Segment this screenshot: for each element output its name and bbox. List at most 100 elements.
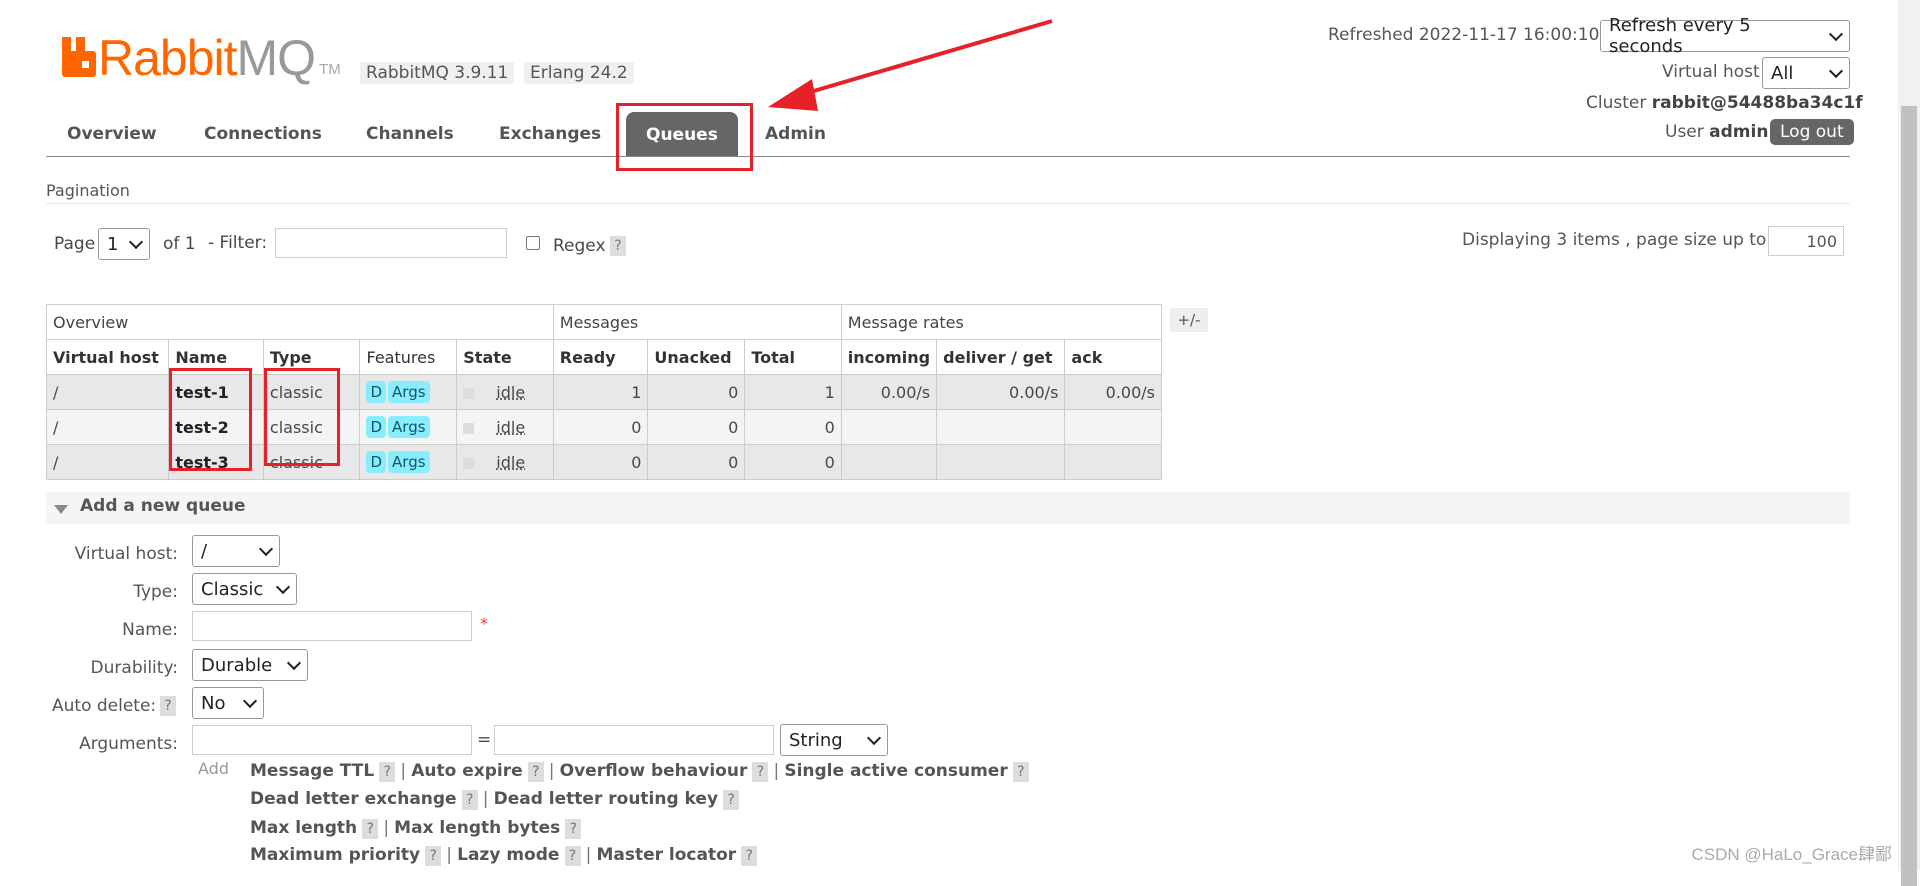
- chevron-down-icon: [286, 655, 302, 670]
- vhost-field-value: /: [201, 540, 208, 562]
- autodelete-field-label: Auto delete:: [52, 696, 157, 716]
- add-argument-link[interactable]: Add: [198, 759, 229, 778]
- displaying-text: Displaying 3 items , page size up to:: [1462, 230, 1773, 250]
- filter-input[interactable]: [275, 228, 507, 258]
- help-button[interactable]: ?: [752, 762, 769, 782]
- state-idle: idle: [496, 417, 526, 437]
- cell-deliver-get: 0.00/s: [936, 374, 1066, 410]
- tab-admin[interactable]: Admin: [765, 124, 826, 144]
- chevron-down-icon: [242, 693, 258, 708]
- add-queue-title[interactable]: Add a new queue: [80, 496, 246, 516]
- page-label: Page: [54, 234, 96, 254]
- help-button[interactable]: ?: [379, 762, 396, 782]
- col-ack[interactable]: ack: [1064, 339, 1162, 375]
- nav-divider: [46, 156, 1850, 157]
- opt-dead-letter-routing-key[interactable]: Dead letter routing key: [494, 789, 718, 809]
- logo-mq-text: MQ: [236, 30, 317, 86]
- opt-overflow-behaviour[interactable]: Overflow behaviour: [560, 761, 748, 781]
- help-button[interactable]: ?: [527, 762, 544, 782]
- argument-type-select[interactable]: String: [780, 724, 888, 756]
- name-field-label: Name:: [122, 620, 178, 640]
- opt-dead-letter-exchange[interactable]: Dead letter exchange: [250, 789, 457, 809]
- help-button[interactable]: ?: [425, 846, 442, 866]
- argument-key-input[interactable]: [192, 725, 472, 755]
- logout-button[interactable]: Log out: [1770, 119, 1854, 145]
- cell-features: D Args: [359, 444, 458, 480]
- durable-badge[interactable]: D: [366, 381, 387, 403]
- state-indicator-icon: [463, 457, 475, 469]
- opt-single-active-consumer[interactable]: Single active consumer: [784, 761, 1007, 781]
- autodelete-select[interactable]: No: [192, 687, 264, 719]
- vhost-field-label: Virtual host:: [74, 544, 178, 564]
- state-indicator-icon: [463, 387, 475, 399]
- argument-value-input[interactable]: [494, 725, 774, 755]
- col-total[interactable]: Total: [744, 339, 842, 375]
- durability-value: Durable: [201, 654, 273, 676]
- pagination-rule: [46, 203, 1850, 204]
- regex-help-button[interactable]: ?: [610, 236, 626, 256]
- type-field-value: Classic: [201, 578, 264, 600]
- help-button[interactable]: ?: [723, 790, 740, 810]
- autodelete-value: No: [201, 692, 226, 714]
- tab-overview[interactable]: Overview: [67, 124, 157, 144]
- durability-select[interactable]: Durable: [192, 649, 308, 681]
- durable-badge[interactable]: D: [366, 416, 387, 438]
- help-button[interactable]: ?: [362, 819, 379, 839]
- scrollbar-thumb[interactable]: [1901, 106, 1917, 886]
- durability-field-label: Durability:: [90, 658, 178, 678]
- args-badge[interactable]: Args: [388, 416, 430, 438]
- col-incoming[interactable]: incoming: [840, 339, 938, 375]
- args-badge[interactable]: Args: [388, 381, 430, 403]
- refresh-select-value: Refresh every 5 seconds: [1609, 15, 1751, 57]
- col-virtual-host[interactable]: Virtual host: [45, 339, 170, 375]
- add-queue-section-header[interactable]: [46, 492, 1850, 524]
- columns-toggle-button[interactable]: +/-: [1170, 308, 1208, 332]
- tab-connections[interactable]: Connections: [204, 124, 322, 144]
- cell-vhost: /: [45, 444, 170, 480]
- help-button[interactable]: ?: [461, 790, 478, 810]
- cluster-label: Cluster: [1586, 93, 1647, 113]
- col-ready[interactable]: Ready: [552, 339, 649, 375]
- collapse-triangle-icon[interactable]: [54, 505, 68, 514]
- page-of-label: of 1: [163, 234, 196, 254]
- pagination-title: Pagination: [46, 181, 130, 200]
- refreshed-text: Refreshed 2022-11-17 16:00:10: [1328, 25, 1600, 45]
- opt-master-locator[interactable]: Master locator: [596, 845, 736, 865]
- refresh-select[interactable]: Refresh every 5 seconds: [1600, 15, 1850, 57]
- help-button[interactable]: ?: [564, 846, 581, 866]
- argument-options-line-3: Max length ? | Max length bytes ?: [250, 818, 582, 839]
- state-indicator-icon: [463, 422, 475, 434]
- col-deliver-get[interactable]: deliver / get: [936, 339, 1066, 375]
- annotation-box-name-column: [169, 368, 252, 471]
- user-value: admin: [1709, 122, 1769, 142]
- opt-max-length-bytes[interactable]: Max length bytes: [394, 818, 560, 838]
- opt-lazy-mode[interactable]: Lazy mode: [457, 845, 559, 865]
- user-label: User: [1665, 122, 1704, 142]
- help-button[interactable]: ?: [1012, 762, 1029, 782]
- regex-checkbox[interactable]: [526, 236, 540, 250]
- chevron-down-icon: [1829, 26, 1844, 41]
- autodelete-help-button[interactable]: ?: [160, 696, 176, 716]
- type-field-select[interactable]: Classic: [192, 573, 297, 605]
- opt-max-length[interactable]: Max length: [250, 818, 357, 838]
- cluster-value: rabbit@54488ba34c1f: [1651, 93, 1863, 113]
- vhost-field-select[interactable]: /: [192, 535, 280, 567]
- page-select[interactable]: 1: [98, 228, 150, 260]
- args-badge[interactable]: Args: [388, 451, 430, 473]
- name-input[interactable]: [192, 611, 472, 641]
- help-button[interactable]: ?: [565, 819, 582, 839]
- opt-auto-expire[interactable]: Auto expire: [411, 761, 522, 781]
- cell-ack: [1064, 444, 1162, 480]
- durable-badge[interactable]: D: [366, 451, 387, 473]
- tab-exchanges[interactable]: Exchanges: [499, 124, 601, 144]
- tab-channels[interactable]: Channels: [366, 124, 454, 144]
- col-unacked[interactable]: Unacked: [647, 339, 746, 375]
- type-field-label: Type:: [133, 582, 178, 602]
- cell-unacked: 0: [647, 374, 746, 410]
- col-state[interactable]: State: [456, 339, 554, 375]
- virtual-host-select[interactable]: All: [1762, 57, 1850, 89]
- help-button[interactable]: ?: [741, 846, 758, 866]
- opt-maximum-priority[interactable]: Maximum priority: [250, 845, 420, 865]
- opt-message-ttl[interactable]: Message TTL: [250, 761, 374, 781]
- page-size-input[interactable]: [1768, 226, 1844, 256]
